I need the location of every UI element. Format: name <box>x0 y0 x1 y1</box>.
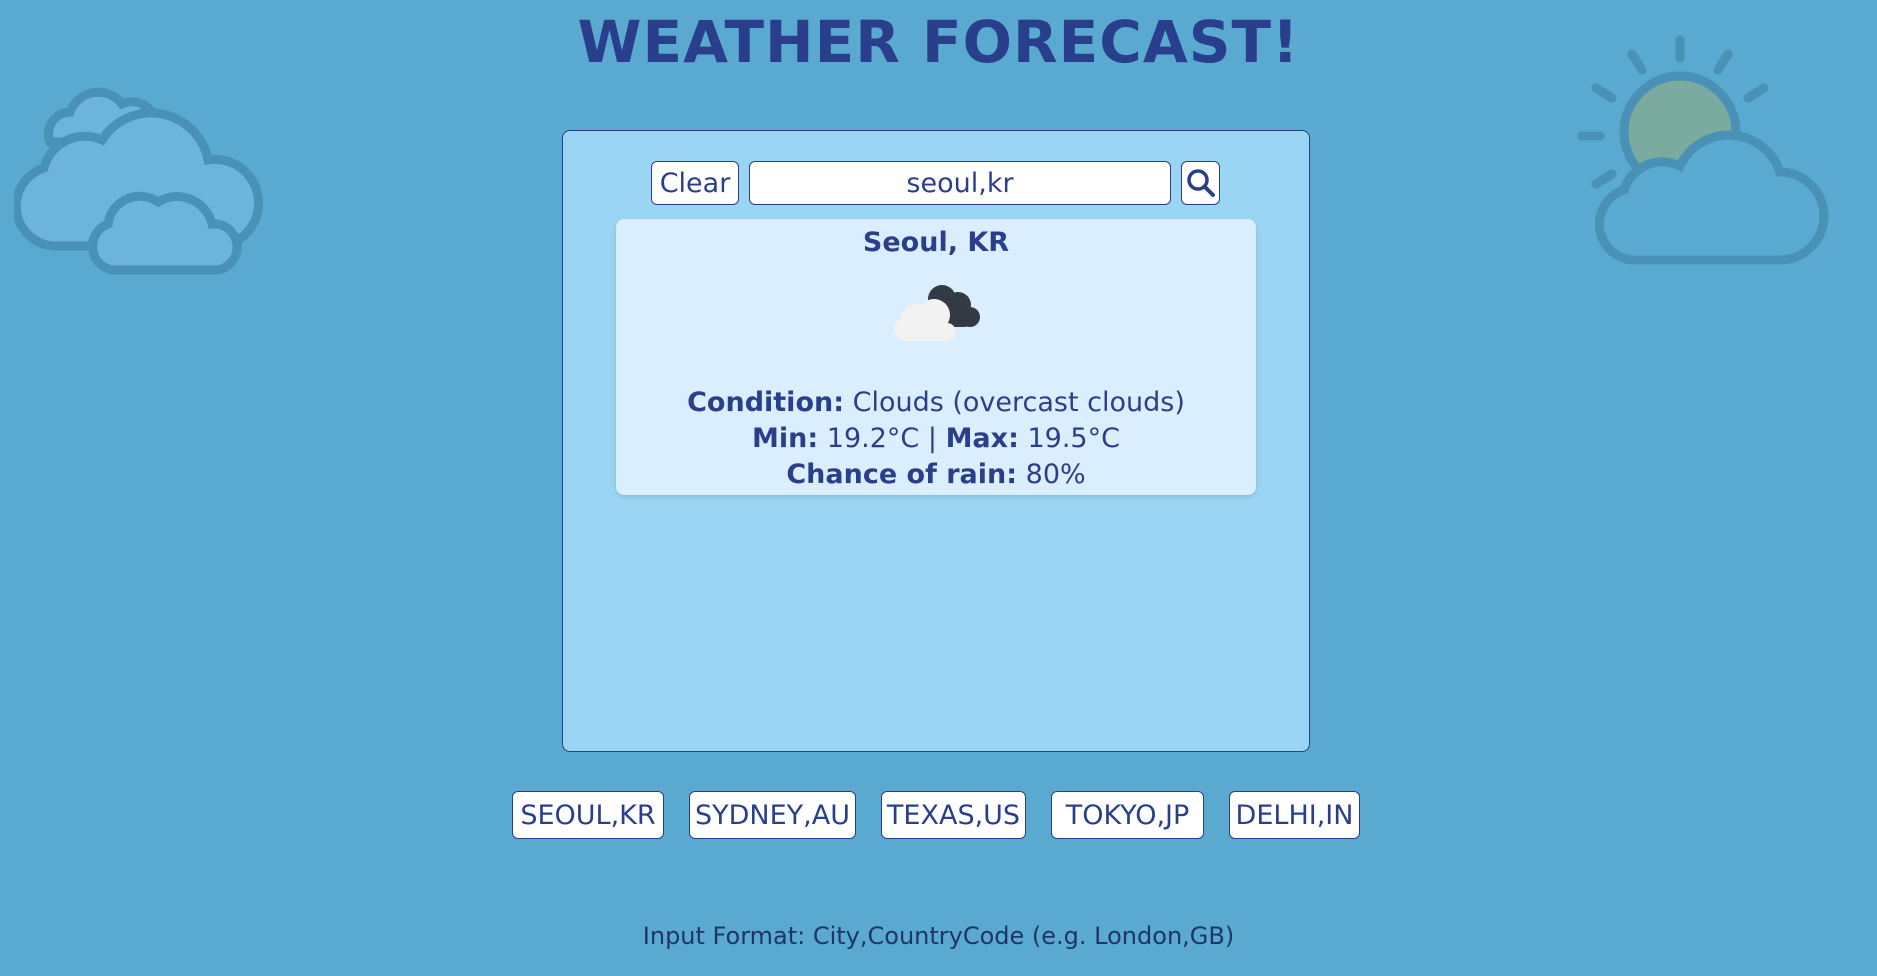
condition-label: Condition: <box>687 387 845 418</box>
city-button-tokyo[interactable]: TOKYO,JP <box>1051 791 1204 839</box>
city-button-texas[interactable]: TEXAS,US <box>881 791 1026 839</box>
min-label: Min: <box>752 423 819 454</box>
clouds-icon <box>14 87 264 275</box>
max-label: Max: <box>945 423 1019 454</box>
search-icon <box>1186 169 1215 197</box>
page: WEATHER FORECAST! Clear Seoul, K <box>0 0 1877 976</box>
rain-line: Chance of rain: 80% <box>616 457 1256 493</box>
overcast-clouds-icon <box>894 285 980 341</box>
search-button[interactable] <box>1181 161 1220 205</box>
city-button-delhi[interactable]: DELHI,IN <box>1229 791 1360 839</box>
sun-behind-cloud-icon <box>1577 35 1829 265</box>
condition-value: Clouds (overcast clouds) <box>852 387 1185 418</box>
city-button-sydney[interactable]: SYDNEY,AU <box>689 791 856 839</box>
clear-button[interactable]: Clear <box>651 161 739 205</box>
weather-details: Condition: Clouds (overcast clouds) Min:… <box>616 385 1256 493</box>
rain-value: 80% <box>1025 459 1086 490</box>
temperature-line: Min: 19.2°C | Max: 19.5°C <box>616 421 1256 457</box>
separator: | <box>927 423 937 454</box>
min-value: 19.2°C <box>826 423 920 454</box>
search-input[interactable] <box>749 161 1171 205</box>
condition-line: Condition: Clouds (overcast clouds) <box>616 385 1256 421</box>
input-format-hint: Input Format: City,CountryCode (e.g. Lon… <box>642 922 1235 950</box>
weather-card: Seoul, KR Condition: Clouds (overcast cl… <box>616 219 1256 495</box>
city-button-seoul[interactable]: SEOUL,KR <box>512 791 664 839</box>
city-name: Seoul, KR <box>862 227 1010 258</box>
rain-label: Chance of rain: <box>786 459 1018 490</box>
max-value: 19.5°C <box>1027 423 1120 454</box>
